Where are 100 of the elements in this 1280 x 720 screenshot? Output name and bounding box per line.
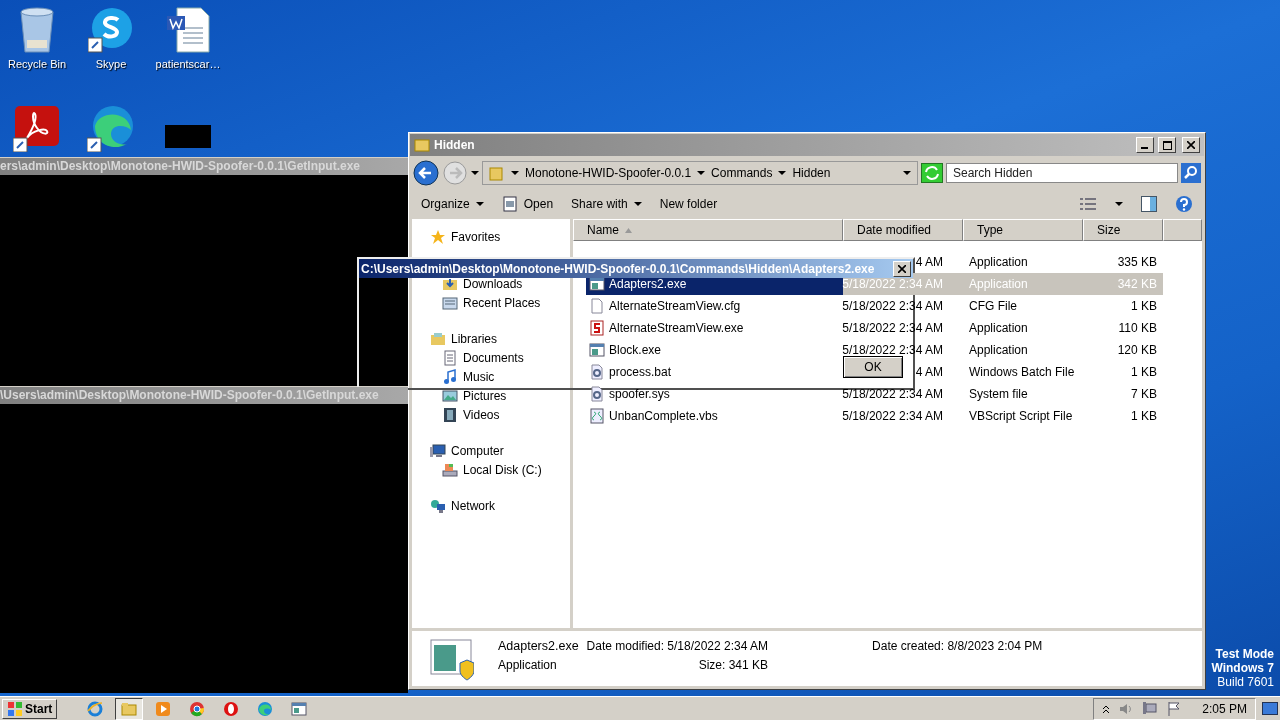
browser-icon [87,700,104,717]
preview-pane-icon[interactable] [1141,196,1157,212]
back-button[interactable] [413,160,439,186]
browser-icon[interactable] [87,104,135,152]
application-icon [589,276,605,292]
date-modified: Date modified: 5/18/2022 2:34 AM [586,639,769,653]
nav-item[interactable]: Libraries [412,329,570,348]
recycle-bin-icon[interactable] [17,6,57,54]
nav-item[interactable]: Documents [412,348,570,367]
close-icon [898,264,906,273]
search-field[interactable]: Search Hidden [946,163,1178,183]
file-name[interactable]: AlternateStreamView.cfg [586,295,843,317]
nav-item[interactable]: Local Disk (C:) [412,460,570,479]
file-icon [589,298,605,314]
nav-item[interactable]: Music [412,367,570,386]
date-cell: 4 AM [915,255,943,269]
word-document-icon[interactable] [165,6,211,54]
maximize-icon [1162,140,1172,150]
date-cell: 5/18/2022 2:34 AM [842,387,943,401]
breadcrumb-arrow-icon [697,169,706,177]
close-button[interactable] [893,260,911,277]
address-bar[interactable]: Monotone-HWID-Spoofer-0.0.1 Commands Hidden [482,161,918,185]
chevron-up-icon [1102,703,1111,714]
type-cell-text: CFG File [968,298,1018,315]
breadcrumb[interactable]: Monotone-HWID-Spoofer-0.0.1 [525,166,692,180]
size-cell: 342 KB [1083,273,1163,295]
application-icon [589,320,605,336]
column-header[interactable]: Date modified [843,219,963,241]
size-cell-text: 335 KB [1116,254,1158,271]
windows-logo-icon [7,700,23,717]
application-icon [589,342,605,358]
toolbar-button[interactable]: Organize [421,197,484,211]
file-name: Adapters2.exe [498,639,579,653]
help-icon[interactable] [1175,195,1193,213]
browser-icon [257,700,274,717]
start-button[interactable]: Start [2,698,58,719]
desktop-icon-label[interactable]: Skype [95,58,127,70]
media-player-icon [155,700,172,717]
maximize-button[interactable] [1158,137,1176,153]
nav-item[interactable]: Network [412,496,570,515]
system-watermark-text: Build 7601 [1217,675,1274,689]
type-cell-text: System file [968,386,1029,403]
show-desktop-icon[interactable] [1262,701,1278,716]
file-name[interactable]: UnbanComplete.vbs [586,405,843,427]
breadcrumb[interactable]: Commands [711,166,773,180]
type-cell-text: Application [968,342,1029,359]
chrome-icon [189,700,206,717]
close-button[interactable] [1182,137,1200,153]
opera-icon [223,700,240,717]
clock[interactable]: 2:05 PM [1202,701,1247,716]
column-header[interactable]: Type [963,219,1083,241]
document-icon [442,349,458,366]
size-cell-text: 1 KB [1130,298,1158,315]
file-name[interactable]: Block.exe [586,339,843,361]
size-cell-text: 1 KB [1130,408,1158,425]
search-button[interactable] [1181,163,1201,183]
nav-item[interactable]: Favorites [412,227,570,246]
desktop-icon-label[interactable]: Recycle Bin [7,58,67,70]
file-name[interactable]: process.bat [586,361,843,383]
history-caret-icon [471,169,479,177]
taskbar-app[interactable] [115,697,144,720]
view-caret-icon [1115,200,1123,208]
toolbar-button[interactable]: New folder [659,197,718,211]
window-title: Hidden [434,138,476,152]
column-header[interactable]: Size [1083,219,1163,241]
folder-icon [121,700,138,717]
nav-item[interactable]: Computer [412,441,570,460]
breadcrumb-arrow-icon [511,169,519,177]
skype-icon[interactable] [88,6,134,54]
pdf-reader-icon[interactable] [13,104,61,152]
system-watermark-text: Windows 7 [1211,661,1274,675]
dropdown-caret-icon [475,200,484,208]
console-title: \Users\admin\Desktop\Monotone-HWID-Spoofer-0.0.1\GetInput.exe [0,388,379,402]
star-icon [430,228,446,245]
type-cell-text: Application [968,320,1029,337]
breadcrumb[interactable]: Hidden [792,166,831,180]
nav-item[interactable]: Videos [412,405,570,424]
ok-button[interactable]: OK [843,356,903,378]
dialog-title: C:\Users\admin\Desktop\Monotone-HWID-Spoofer-0.0.1\Commands\Hidden\Adapters2.exe [361,261,875,276]
toolbar-button[interactable]: Open [501,196,554,212]
column-header[interactable]: Name [573,219,843,241]
nav-item[interactable]: Recent Places [412,293,570,312]
network-icon [1142,700,1159,717]
desktop-icon-label[interactable]: patientscar… [155,58,221,70]
file-type: Application [498,658,557,672]
recent-places-icon [442,294,458,311]
file-name[interactable]: AlternateStreamView.exe [586,317,843,339]
view-options-icon[interactable] [1079,197,1097,211]
type-cell-text: VBScript Script File [968,408,1074,425]
date-cell: 5/18/2022 2:34 AM [842,409,943,423]
toolbar-button[interactable]: Share with [571,197,642,211]
open-icon [501,196,518,212]
file-name[interactable]: spoofer.sys [586,383,843,405]
disk-drive-icon [442,461,458,478]
minimize-button[interactable] [1136,137,1154,153]
nav-item[interactable]: Pictures [412,386,570,405]
type-cell: Application [963,273,1083,295]
window-icon [291,700,308,717]
refresh-button[interactable] [921,163,943,183]
close-icon [1187,141,1195,149]
